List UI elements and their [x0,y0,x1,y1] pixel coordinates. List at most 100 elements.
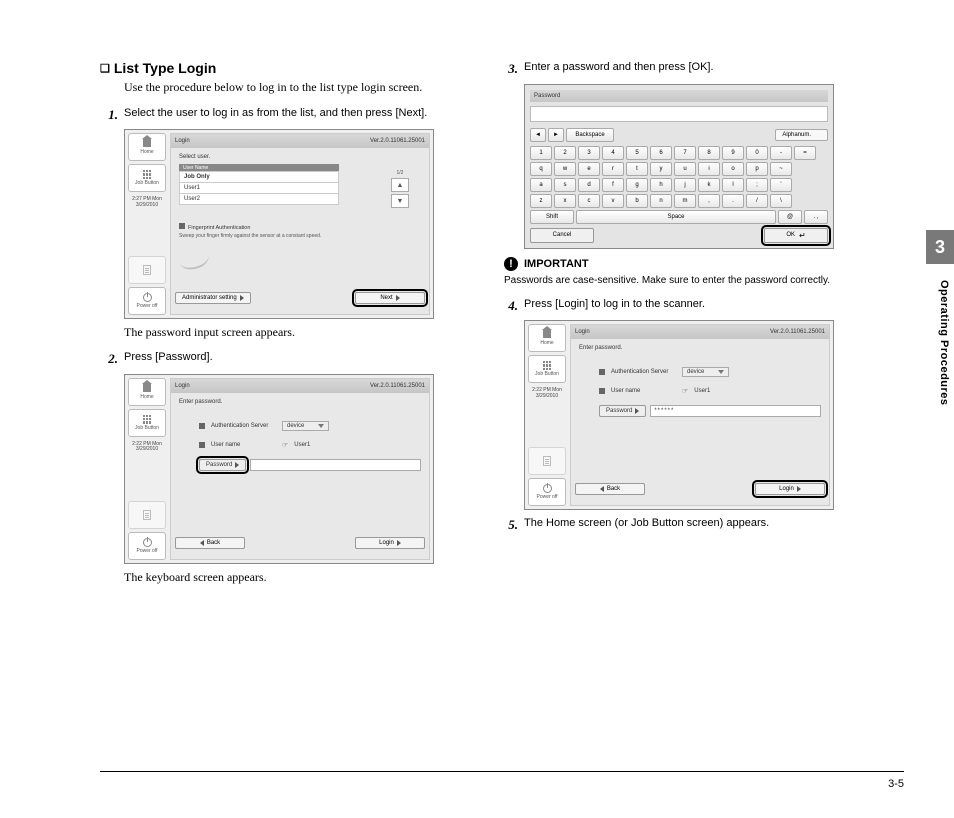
power-off-button[interactable]: Power off [128,532,166,560]
keyboard-key[interactable]: 8 [698,146,720,160]
auth-server-dropdown[interactable]: device [282,421,329,431]
password-field[interactable] [250,459,421,471]
ok-button[interactable]: OK↵ [764,228,828,243]
keyboard-key[interactable]: f [602,178,624,192]
keyboard-key[interactable]: . [722,194,744,208]
punct-key[interactable]: . , [804,210,828,224]
keyboard-key[interactable]: g [626,178,648,192]
scroll-up-button[interactable]: ▲ [391,178,409,192]
keyboard-key[interactable]: 4 [602,146,624,160]
keyboard-key[interactable]: c [578,194,600,208]
keyboard-title: Password [530,90,828,102]
keyboard-key[interactable]: e [578,162,600,176]
step-number: 2. [100,350,118,368]
keyboard-key[interactable]: h [650,178,672,192]
important-label: IMPORTANT [524,258,589,270]
keyboard-key[interactable]: a [530,178,552,192]
step-number: 4. [500,297,518,315]
keyboard-key[interactable]: d [578,178,600,192]
shift-key[interactable]: Shift [530,210,574,224]
login-button[interactable]: Login [755,483,825,495]
keyboard-key[interactable]: ~ [770,162,792,176]
keyboard-key[interactable]: u [674,162,696,176]
keyboard-key[interactable]: b [626,194,648,208]
keyboard-key[interactable]: z [530,194,552,208]
password-button[interactable]: Password [599,405,646,417]
keyboard-key[interactable]: = [794,146,816,160]
job-button[interactable]: Job Button [528,355,566,383]
section-heading-text: List Type Login [114,60,216,76]
keyboard-key[interactable]: \ [770,194,792,208]
job-button[interactable]: Job Button [128,409,166,437]
keyboard-key[interactable]: x [554,194,576,208]
at-key[interactable]: @ [778,210,802,224]
back-button[interactable]: Back [175,537,245,549]
keyboard-key[interactable]: l [722,178,744,192]
keyboard-key[interactable]: i [698,162,720,176]
fingerprint-auth-label: Fingerprint Authentication [188,225,250,231]
keyboard-key[interactable]: 7 [674,146,696,160]
keyboard-key[interactable]: 0 [746,146,768,160]
caret-right-button[interactable]: ► [548,128,564,142]
keyboard-key[interactable]: q [530,162,552,176]
keyboard-key[interactable]: w [554,162,576,176]
power-off-button[interactable]: Power off [128,287,166,315]
next-button[interactable]: Next [355,292,425,304]
input-mode-dropdown[interactable]: Alphanum. [775,129,828,141]
auth-server-dropdown[interactable]: device [682,367,729,377]
home-button[interactable]: Home [528,324,566,352]
cancel-button[interactable]: Cancel [530,228,594,243]
step-1-text: Select the user to log in as from the li… [124,106,460,124]
keyboard-key[interactable]: o [722,162,744,176]
step-number: 5. [500,516,518,534]
keyboard-text-input[interactable] [530,106,828,122]
home-button[interactable]: Home [128,378,166,406]
version-label: Ver.2.0.11061.25001 [770,329,825,335]
clock-readout: 2:22 PM Mon 3/29/2010 [128,442,166,453]
back-button[interactable]: Back [575,483,645,495]
keyboard-key[interactable]: ; [746,178,768,192]
keyboard-key[interactable]: r [602,162,624,176]
keyboard-key[interactable]: y [650,162,672,176]
keyboard-key[interactable]: p [746,162,768,176]
backspace-button[interactable]: Backspace [566,128,614,142]
space-key[interactable]: Space [576,210,776,224]
scroll-down-button[interactable]: ▼ [391,194,409,208]
password-button[interactable]: Password [199,459,246,471]
login-button[interactable]: Login [355,537,425,549]
figure-list-login: Home Job Button 2:27 PM Mon 3/29/2010 Po… [124,129,434,319]
instruction-text: Enter password. [179,399,421,405]
list-item[interactable]: User2 [179,193,339,205]
keyboard-key[interactable]: j [674,178,696,192]
keyboard-key[interactable]: , [698,194,720,208]
keyboard-key[interactable]: 5 [626,146,648,160]
keyboard-key[interactable]: v [602,194,624,208]
keyboard-key[interactable]: k [698,178,720,192]
important-icon: ! [504,257,518,271]
keyboard-key[interactable]: m [674,194,696,208]
power-off-button[interactable]: Power off [528,478,566,506]
figure-keyboard: Password ◄ ► Backspace Alphanum. 1234567… [524,84,834,249]
keyboard-key[interactable]: 2 [554,146,576,160]
keyboard-key[interactable]: 6 [650,146,672,160]
caret-left-button[interactable]: ◄ [530,128,546,142]
keyboard-key[interactable]: t [626,162,648,176]
admin-setting-button[interactable]: Administrator setting [175,292,251,304]
keyboard-key[interactable]: 1 [530,146,552,160]
version-label: Ver.2.0.11061.25001 [370,138,425,144]
step-number: 3. [500,60,518,78]
instruction-text: Select user. [179,154,421,160]
keyboard-key[interactable]: 3 [578,146,600,160]
keyboard-key[interactable]: n [650,194,672,208]
home-button[interactable]: Home [128,133,166,161]
chevron-down-icon [318,424,324,428]
chapter-label: Operating Procedures [938,280,950,406]
keyboard-key[interactable]: ' [770,178,792,192]
password-field[interactable]: ****** [650,405,821,417]
home-icon [142,139,152,147]
keyboard-key[interactable]: / [746,194,768,208]
job-button[interactable]: Job Button [128,164,166,192]
keyboard-key[interactable]: s [554,178,576,192]
keyboard-key[interactable]: - [770,146,792,160]
keyboard-key[interactable]: 9 [722,146,744,160]
